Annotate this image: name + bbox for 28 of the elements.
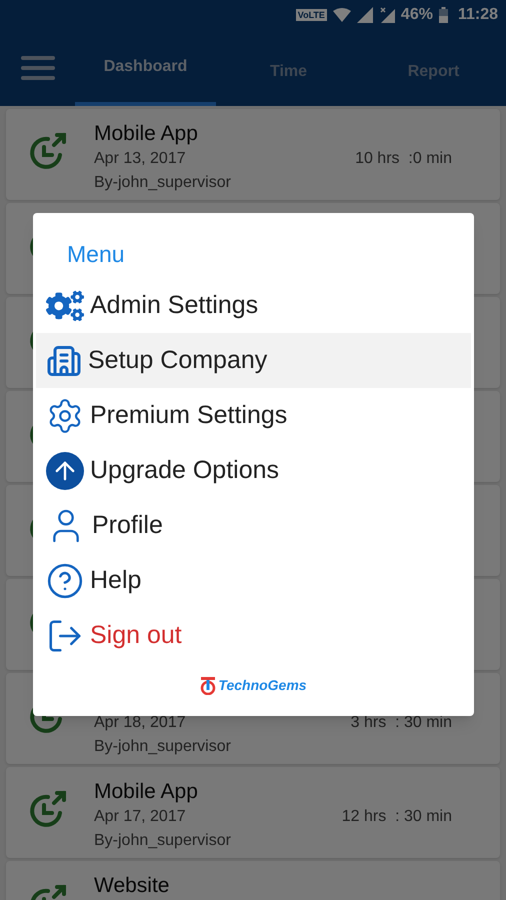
- entry-duration: 3 hrs : 30 min: [350, 713, 452, 733]
- entry-card[interactable]: Website: [6, 861, 500, 900]
- clock-time: 11:28: [458, 5, 498, 25]
- wifi-icon: [332, 8, 351, 22]
- entry-title: Mobile App: [94, 121, 199, 147]
- entry-duration: 10 hrs :0 min: [355, 149, 452, 169]
- entry-date: Apr 18, 2017: [94, 713, 186, 733]
- entry-card[interactable]: Mobile App Apr 13, 2017 10 hrs :0 min By-john_supervisor: [6, 109, 500, 200]
- entry-title: Mobile App: [94, 779, 199, 805]
- network-badge: VoLTE: [296, 9, 327, 21]
- battery-percent: 46%: [400, 5, 433, 25]
- signal-icon: [378, 7, 395, 23]
- entry-author: By-john_supervisor: [94, 831, 232, 851]
- help-icon: [46, 562, 84, 600]
- entry-author: By-john_supervisor: [94, 173, 232, 193]
- entry-duration: 12 hrs : 30 min: [342, 807, 452, 827]
- arrow-up-icon: [46, 452, 84, 490]
- battery-icon: [438, 7, 448, 23]
- menu-title: Menu: [67, 240, 126, 269]
- entry-date: Apr 13, 2017: [94, 149, 186, 169]
- entry-author: By-john_supervisor: [94, 737, 232, 757]
- logo-text: TechnoGems: [218, 676, 307, 695]
- entry-card[interactable]: Mobile App Apr 17, 2017 12 hrs : 30 min By-john_supervisor: [6, 767, 500, 858]
- menu-item[interactable]: Setup Company: [36, 333, 471, 388]
- signal-icon: [356, 7, 373, 23]
- logo-icon: [200, 676, 216, 694]
- entry-date: Apr 17, 2017: [94, 807, 186, 827]
- entry-title: Website: [94, 873, 170, 899]
